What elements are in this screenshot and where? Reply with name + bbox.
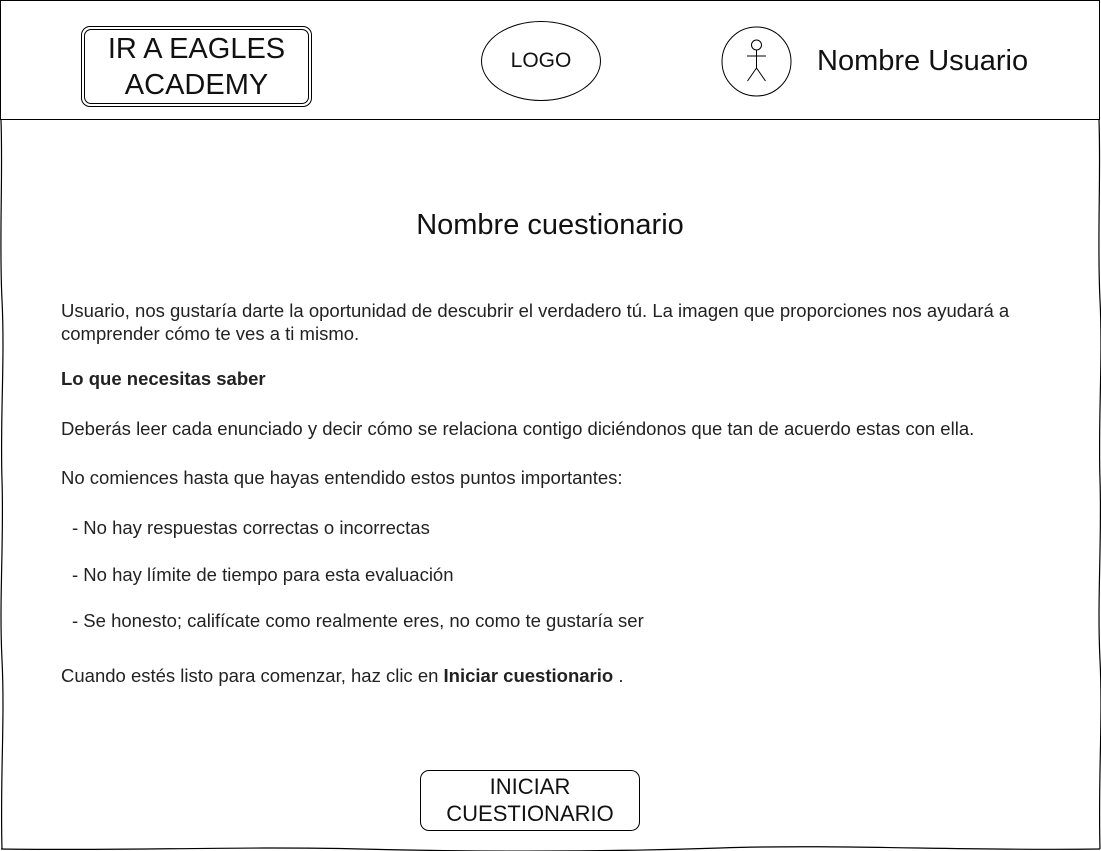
list-item: - No hay límite de tiempo para esta eval… [72,564,454,585]
final-paragraph: Cuando estés listo para comenzar, haz cl… [61,664,623,687]
start-quiz-label: INICIAR CUESTIONARIO [446,774,614,826]
top-header: IR A EAGLES ACADEMY LOGO Nombre Usuario [0,0,1100,120]
page-title: Nombre cuestionario [416,209,684,241]
user-name: Nombre Usuario [817,45,1029,77]
final-suffix: . [613,665,624,686]
final-prefix: Cuando estés listo para comenzar, haz cl… [61,665,444,686]
list-item: - Se honesto; califícate como realmente … [72,610,644,631]
go-to-eagles-academy-button[interactable]: IR A EAGLES ACADEMY [81,26,312,107]
stick-figure-user-icon[interactable] [721,26,792,97]
page-frame: IR A EAGLES ACADEMY LOGO Nombre Usuario … [0,0,1101,851]
start-quiz-emphasis: Iniciar cuestionario [443,665,614,686]
section-heading: Lo que necesitas saber [61,368,266,389]
intro-paragraph: Usuario, nos gustaría darte la oportunid… [61,300,1010,344]
instructions-paragraph: Deberás leer cada enunciado y decir cómo… [61,418,975,439]
go-to-eagles-academy-label: IR A EAGLES ACADEMY [107,33,286,101]
start-quiz-button[interactable]: INICIAR CUESTIONARIO [420,770,640,831]
prelist-paragraph: No comiences hasta que hayas entendido e… [61,467,623,488]
list-item: - No hay respuestas correctas o incorrec… [72,517,430,538]
logo-text: LOGO [510,49,572,72]
logo: LOGO [481,21,601,101]
